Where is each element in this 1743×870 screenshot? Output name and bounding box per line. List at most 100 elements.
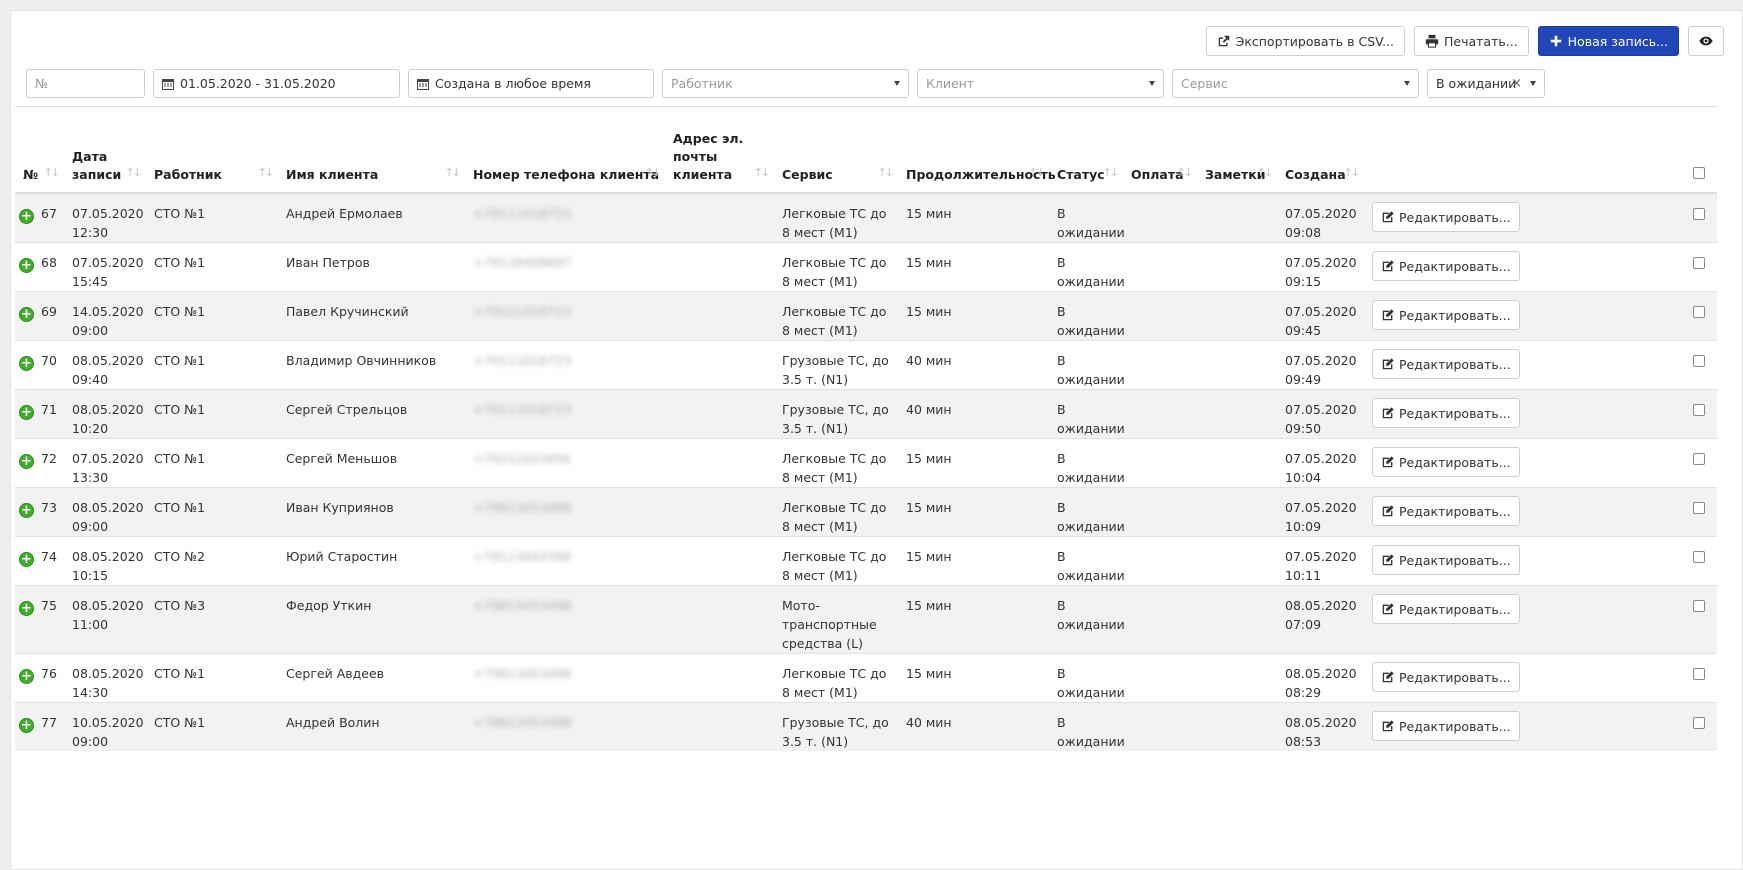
table-row: +75 08.05.2020 11:00 СТО №3 Федор Уткин +798… (15, 585, 1717, 654)
row-date: 08.05.2020 09:00 (64, 487, 146, 537)
edit-icon (1382, 603, 1394, 615)
row-checkbox[interactable] (1693, 551, 1705, 563)
row-number-cell: +68 (15, 242, 64, 292)
expand-row-icon[interactable]: + (19, 454, 34, 469)
col-status[interactable]: Статус ↑↓ (1049, 107, 1123, 194)
edit-button[interactable]: Редактировать... (1372, 594, 1520, 624)
date-range-filter[interactable]: 01.05.2020 - 31.05.2020 (153, 69, 400, 98)
row-phone: +79813453498 (473, 666, 571, 681)
row-checkbox[interactable] (1693, 355, 1705, 367)
row-checkbox[interactable] (1693, 502, 1705, 514)
edit-button-label: Редактировать... (1399, 669, 1511, 685)
col-select (1501, 107, 1717, 194)
row-created: 08.05.2020 08:29 (1277, 653, 1364, 703)
row-service: Легковые ТС до 8 мест (M1) (774, 653, 898, 703)
row-actions: Редактировать... (1364, 585, 1520, 654)
print-button[interactable]: Печатать... (1414, 26, 1529, 56)
col-client[interactable]: Имя клиента ↑↓ (278, 107, 465, 194)
row-phone: +79813453498 (473, 500, 571, 515)
expand-row-icon[interactable]: + (19, 307, 34, 322)
row-checkbox[interactable] (1693, 717, 1705, 729)
col-service[interactable]: Сервис ↑↓ (774, 107, 898, 194)
status-select[interactable]: В ожидании × (1427, 69, 1545, 98)
select-all-checkbox[interactable] (1693, 167, 1705, 179)
row-duration: 15 мин (898, 242, 1049, 292)
col-number[interactable]: № ↑↓ (15, 107, 64, 194)
row-phone-cell: +79813453498 (465, 585, 665, 654)
number-filter-input[interactable]: № (26, 69, 145, 98)
toggle-columns-button[interactable] (1688, 26, 1724, 56)
row-worker: СТО №1 (146, 242, 278, 292)
client-select[interactable]: Клиент (917, 69, 1164, 98)
row-number: 69 (41, 304, 57, 319)
col-notes[interactable]: Заметки ↑↓ (1197, 107, 1277, 194)
row-checkbox[interactable] (1693, 306, 1705, 318)
col-phone[interactable]: Номер телефона клиента ↑↓ (465, 107, 665, 194)
edit-button[interactable]: Редактировать... (1372, 202, 1520, 232)
edit-button[interactable]: Редактировать... (1372, 711, 1520, 741)
expand-row-icon[interactable]: + (19, 258, 34, 273)
row-created: 07.05.2020 09:15 (1277, 242, 1364, 292)
row-phone: +79126409697 (473, 255, 571, 270)
edit-button[interactable]: Редактировать... (1372, 662, 1520, 692)
row-email (665, 389, 774, 439)
sort-icon: ↑↓ (1256, 166, 1274, 179)
row-checkbox[interactable] (1693, 404, 1705, 416)
expand-row-icon[interactable]: + (19, 718, 34, 733)
export-csv-button[interactable]: Экспортировать в CSV... (1205, 26, 1405, 56)
edit-button[interactable]: Редактировать... (1372, 398, 1520, 428)
row-duration: 40 мин (898, 340, 1049, 390)
row-email (665, 536, 774, 586)
created-filter-value: Создана в любое время (435, 76, 591, 91)
col-date[interactable]: Дата записи ↑↓ (64, 107, 146, 194)
row-checkbox[interactable] (1693, 668, 1705, 680)
edit-button[interactable]: Редактировать... (1372, 349, 1520, 379)
col-worker[interactable]: Работник ↑↓ (146, 107, 278, 194)
worker-select[interactable]: Работник (662, 69, 909, 98)
row-select-cell (1501, 653, 1717, 703)
row-phone: +79813453498 (473, 715, 571, 730)
row-checkbox[interactable] (1693, 600, 1705, 612)
edit-button[interactable]: Редактировать... (1372, 251, 1520, 281)
new-record-button[interactable]: Новая запись... (1537, 26, 1679, 56)
row-checkbox[interactable] (1693, 453, 1705, 465)
created-filter[interactable]: Создана в любое время (408, 69, 654, 98)
row-worker: СТО №1 (146, 702, 278, 751)
row-duration: 15 мин (898, 585, 1049, 654)
clear-icon[interactable]: × (1511, 76, 1522, 91)
edit-button[interactable]: Редактировать... (1372, 496, 1520, 526)
row-checkbox[interactable] (1693, 257, 1705, 269)
service-select[interactable]: Сервис (1172, 69, 1419, 98)
row-worker: СТО №1 (146, 487, 278, 537)
row-number-cell: +71 (15, 389, 64, 439)
row-worker: СТО №1 (146, 389, 278, 439)
col-client-label: Имя клиента (286, 167, 379, 182)
printer-icon (1425, 34, 1439, 48)
row-payment (1123, 389, 1197, 439)
expand-row-icon[interactable]: + (19, 669, 34, 684)
expand-row-icon[interactable]: + (19, 601, 34, 616)
row-number: 70 (41, 353, 57, 368)
expand-row-icon[interactable]: + (19, 356, 34, 371)
row-service: Легковые ТС до 8 мест (M1) (774, 242, 898, 292)
row-created: 08.05.2020 08:53 (1277, 702, 1364, 751)
table-row: +70 08.05.2020 09:40 СТО №1 Владимир Овчинн… (15, 340, 1717, 390)
edit-button[interactable]: Редактировать... (1372, 300, 1520, 330)
edit-button[interactable]: Редактировать... (1372, 545, 1520, 575)
row-number: 67 (41, 206, 57, 221)
row-client: Иван Петров (278, 242, 465, 292)
col-created[interactable]: Создана ↑↓ (1277, 107, 1364, 194)
expand-row-icon[interactable]: + (19, 405, 34, 420)
row-client: Сергей Авдеев (278, 653, 465, 703)
edit-button[interactable]: Редактировать... (1372, 447, 1520, 477)
expand-row-icon[interactable]: + (19, 503, 34, 518)
row-number-cell: +67 (15, 192, 64, 243)
expand-row-icon[interactable]: + (19, 209, 34, 224)
col-email[interactable]: Адрес эл. почты клиента ↑↓ (665, 107, 774, 194)
col-duration[interactable]: Продолжительность ↑↓ (898, 107, 1056, 194)
row-number-cell: +70 (15, 340, 64, 390)
table-row: +77 10.05.2020 09:00 СТО №1 Андрей Волин +79… (15, 702, 1717, 751)
col-payment[interactable]: Оплата ↑↓ (1123, 107, 1197, 194)
expand-row-icon[interactable]: + (19, 552, 34, 567)
row-checkbox[interactable] (1693, 208, 1705, 220)
